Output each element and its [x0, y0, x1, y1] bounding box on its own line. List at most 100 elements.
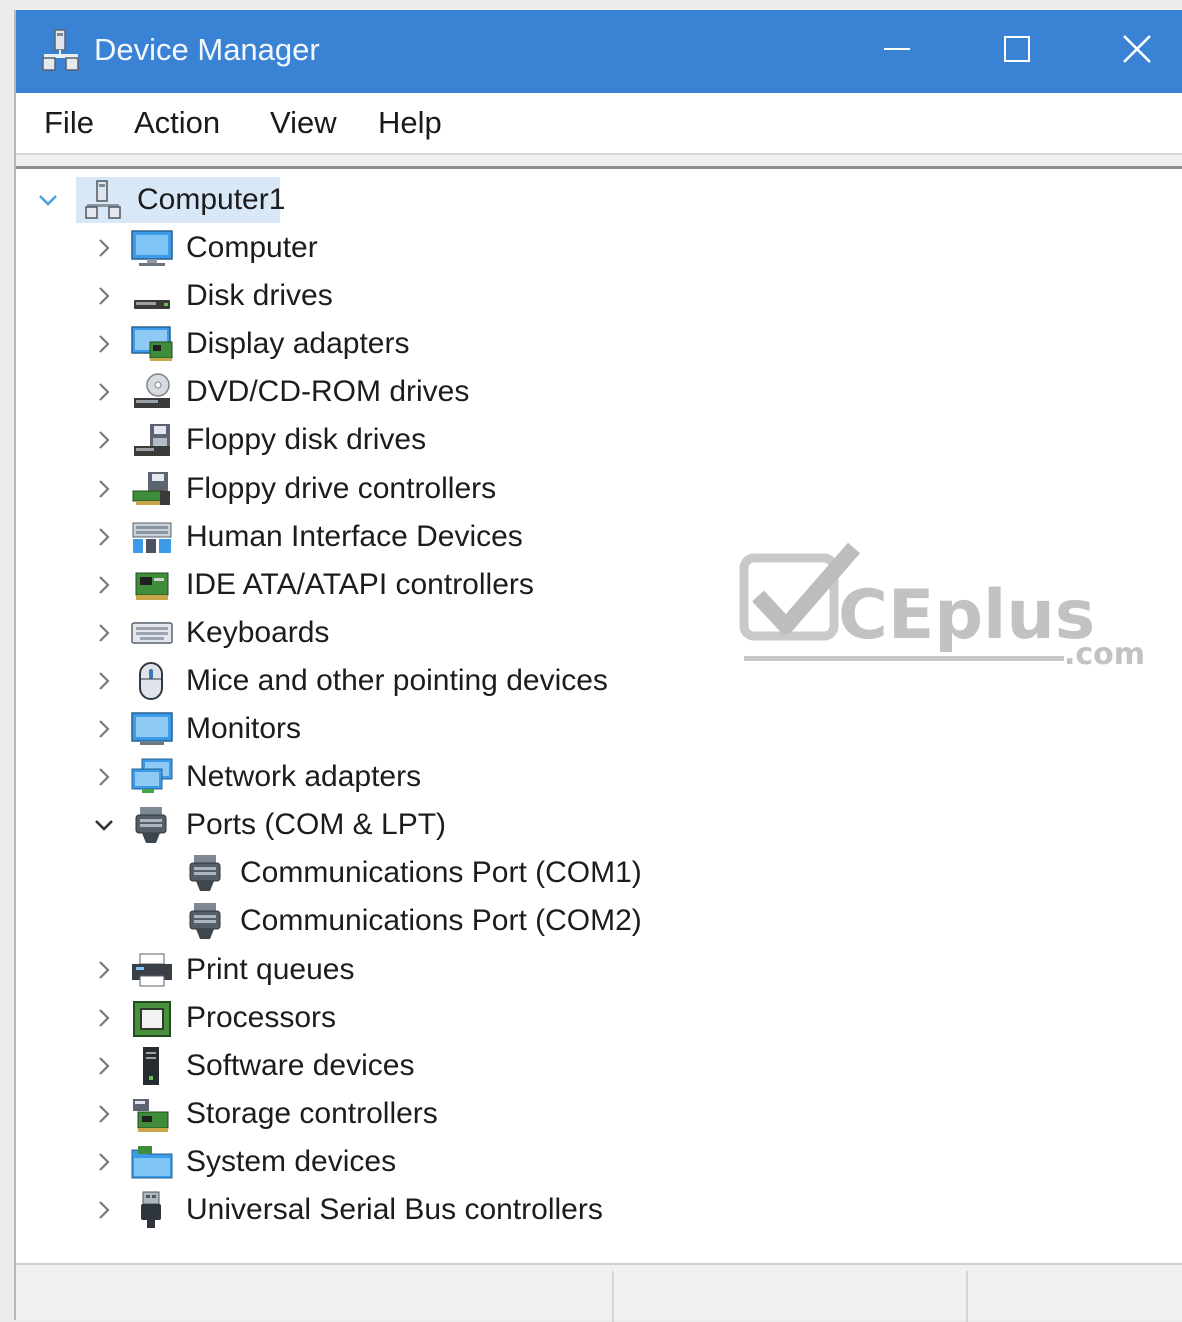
chevron-down-icon[interactable] [92, 813, 116, 837]
chevron-right-icon[interactable] [92, 669, 116, 693]
chevron-right-icon[interactable] [92, 332, 116, 356]
status-divider [612, 1271, 614, 1322]
printer-icon [130, 950, 174, 990]
tree-item-disk-drives[interactable]: Disk drives [92, 274, 333, 318]
ceplus-watermark: CEplus .com [739, 542, 1145, 668]
tree-child-communications-port-com1[interactable]: Communications Port (COM1) [184, 851, 642, 895]
floppy-disk-icon [130, 420, 174, 460]
tree-item-human-interface-devices[interactable]: Human Interface Devices [92, 515, 523, 559]
floppy-controller-icon [130, 469, 174, 509]
tree-item-label: Software devices [186, 1048, 415, 1082]
tree-item-monitors[interactable]: Monitors [92, 707, 301, 751]
tree-item-print-queues[interactable]: Print queues [92, 948, 354, 992]
chevron-right-icon[interactable] [92, 1150, 116, 1174]
tree-item-computer[interactable]: Computer [92, 226, 318, 270]
tree-item-label: IDE ATA/ATAPI controllers [186, 567, 534, 601]
chevron-right-icon[interactable] [92, 477, 116, 501]
dvd-drive-icon [130, 372, 174, 412]
storage-controller-icon [130, 1094, 174, 1134]
monitor-icon [130, 709, 174, 749]
minimize-button[interactable] [842, 10, 952, 93]
chevron-right-icon[interactable] [92, 573, 116, 597]
menu-file[interactable]: File [44, 105, 94, 141]
chevron-right-icon[interactable] [92, 525, 116, 549]
tree-item-storage-controllers[interactable]: Storage controllers [92, 1092, 438, 1136]
tree-item-software-devices[interactable]: Software devices [92, 1044, 414, 1088]
tree-item-keyboards[interactable]: Keyboards [92, 611, 329, 655]
status-bar [16, 1263, 1182, 1322]
close-button[interactable] [1082, 10, 1182, 93]
disk-drive-icon [130, 276, 174, 316]
chevron-right-icon[interactable] [92, 236, 116, 260]
tree-item-label: Communications Port (COM1) [240, 856, 642, 890]
tree-item-label: Computer [186, 231, 318, 264]
chevron-right-icon[interactable] [92, 428, 116, 452]
chevron-right-icon[interactable] [92, 717, 116, 741]
tree-item-label: Floppy drive controllers [186, 471, 497, 505]
maximize-button[interactable] [962, 10, 1072, 93]
tree-root-computer1[interactable]: Computer1 [36, 178, 285, 222]
tree-item-processors[interactable]: Processors [92, 996, 336, 1040]
minimize-icon [882, 34, 912, 69]
device-manager-window: Device Manager File Action View Help Com… [14, 10, 1182, 1322]
tree-item-label: Keyboards [186, 615, 330, 649]
chevron-down-icon[interactable] [36, 188, 60, 212]
port-icon [184, 853, 228, 893]
chevron-right-icon[interactable] [92, 765, 116, 789]
watermark-brand: CEplus [838, 576, 1095, 655]
ide-controller-icon [130, 565, 174, 605]
keyboard-icon [130, 613, 174, 653]
chevron-right-icon[interactable] [92, 380, 116, 404]
menu-action[interactable]: Action [134, 105, 220, 141]
computer-network-icon [84, 180, 122, 220]
tree-item-label: Disk drives [186, 279, 333, 313]
tree-item-label: Floppy disk drives [186, 423, 427, 457]
menu-view[interactable]: View [270, 105, 337, 141]
network-adapter-icon [130, 757, 174, 797]
computer-icon [130, 228, 174, 268]
tree-item-universal-serial-bus-controllers[interactable]: Universal Serial Bus controllers [92, 1188, 603, 1232]
tree-item-floppy-disk-drives[interactable]: Floppy disk drives [92, 418, 426, 462]
tree-item-label: Network adapters [186, 760, 422, 794]
tree-item-label: Display adapters [186, 327, 410, 361]
menu-help[interactable]: Help [378, 105, 442, 141]
tree-item-dvd-cd-rom-drives[interactable]: DVD/CD-ROM drives [92, 370, 469, 414]
tree-item-network-adapters[interactable]: Network adapters [92, 755, 421, 799]
chevron-right-icon[interactable] [92, 1198, 116, 1222]
tree-item-label: Human Interface Devices [186, 519, 523, 553]
chevron-right-icon[interactable] [92, 958, 116, 982]
usb-icon [130, 1190, 174, 1230]
watermark-suffix: .com [1064, 637, 1145, 668]
tree-item-label: Mice and other pointing devices [186, 663, 608, 697]
tree-item-label: Universal Serial Bus controllers [186, 1193, 603, 1226]
close-icon [1121, 33, 1153, 70]
tree-child-communications-port-com2[interactable]: Communications Port (COM2) [184, 899, 642, 943]
tree-item-display-adapters[interactable]: Display adapters [92, 322, 409, 366]
toolbar-area [16, 153, 1182, 169]
tree-item-system-devices[interactable]: System devices [92, 1140, 396, 1184]
chevron-right-icon[interactable] [92, 1054, 116, 1078]
tree-item-label: Monitors [186, 712, 302, 745]
tree-item-label: Ports (COM & LPT) [186, 808, 447, 842]
tree-item-ports-com-lpt[interactable]: Ports (COM & LPT) [92, 803, 446, 847]
system-devices-icon [130, 1142, 174, 1182]
status-divider [966, 1271, 968, 1322]
chevron-right-icon[interactable] [92, 621, 116, 645]
tree-item-floppy-drive-controllers[interactable]: Floppy drive controllers [92, 467, 496, 511]
device-tree[interactable]: Computer1 Computer Disk drives Display ada… [16, 173, 1182, 1263]
chevron-right-icon[interactable] [92, 1102, 116, 1126]
tree-item-label: Storage controllers [186, 1096, 438, 1130]
display-adapter-icon [130, 324, 174, 364]
tree-item-ide-ata-atapi-controllers[interactable]: IDE ATA/ATAPI controllers [92, 563, 534, 607]
port-icon [130, 805, 174, 845]
maximize-icon [1002, 34, 1032, 69]
tree-item-label: DVD/CD-ROM drives [186, 375, 470, 409]
window-title: Device Manager [94, 32, 320, 67]
chevron-right-icon[interactable] [92, 284, 116, 308]
chevron-right-icon[interactable] [92, 1006, 116, 1030]
tree-item-mice-and-other-pointing-devices[interactable]: Mice and other pointing devices [92, 659, 608, 703]
title-bar[interactable]: Device Manager [16, 10, 1182, 93]
tree-item-label: Processors [186, 1000, 337, 1034]
port-icon [184, 901, 228, 941]
tree-item-label: System devices [186, 1144, 397, 1178]
